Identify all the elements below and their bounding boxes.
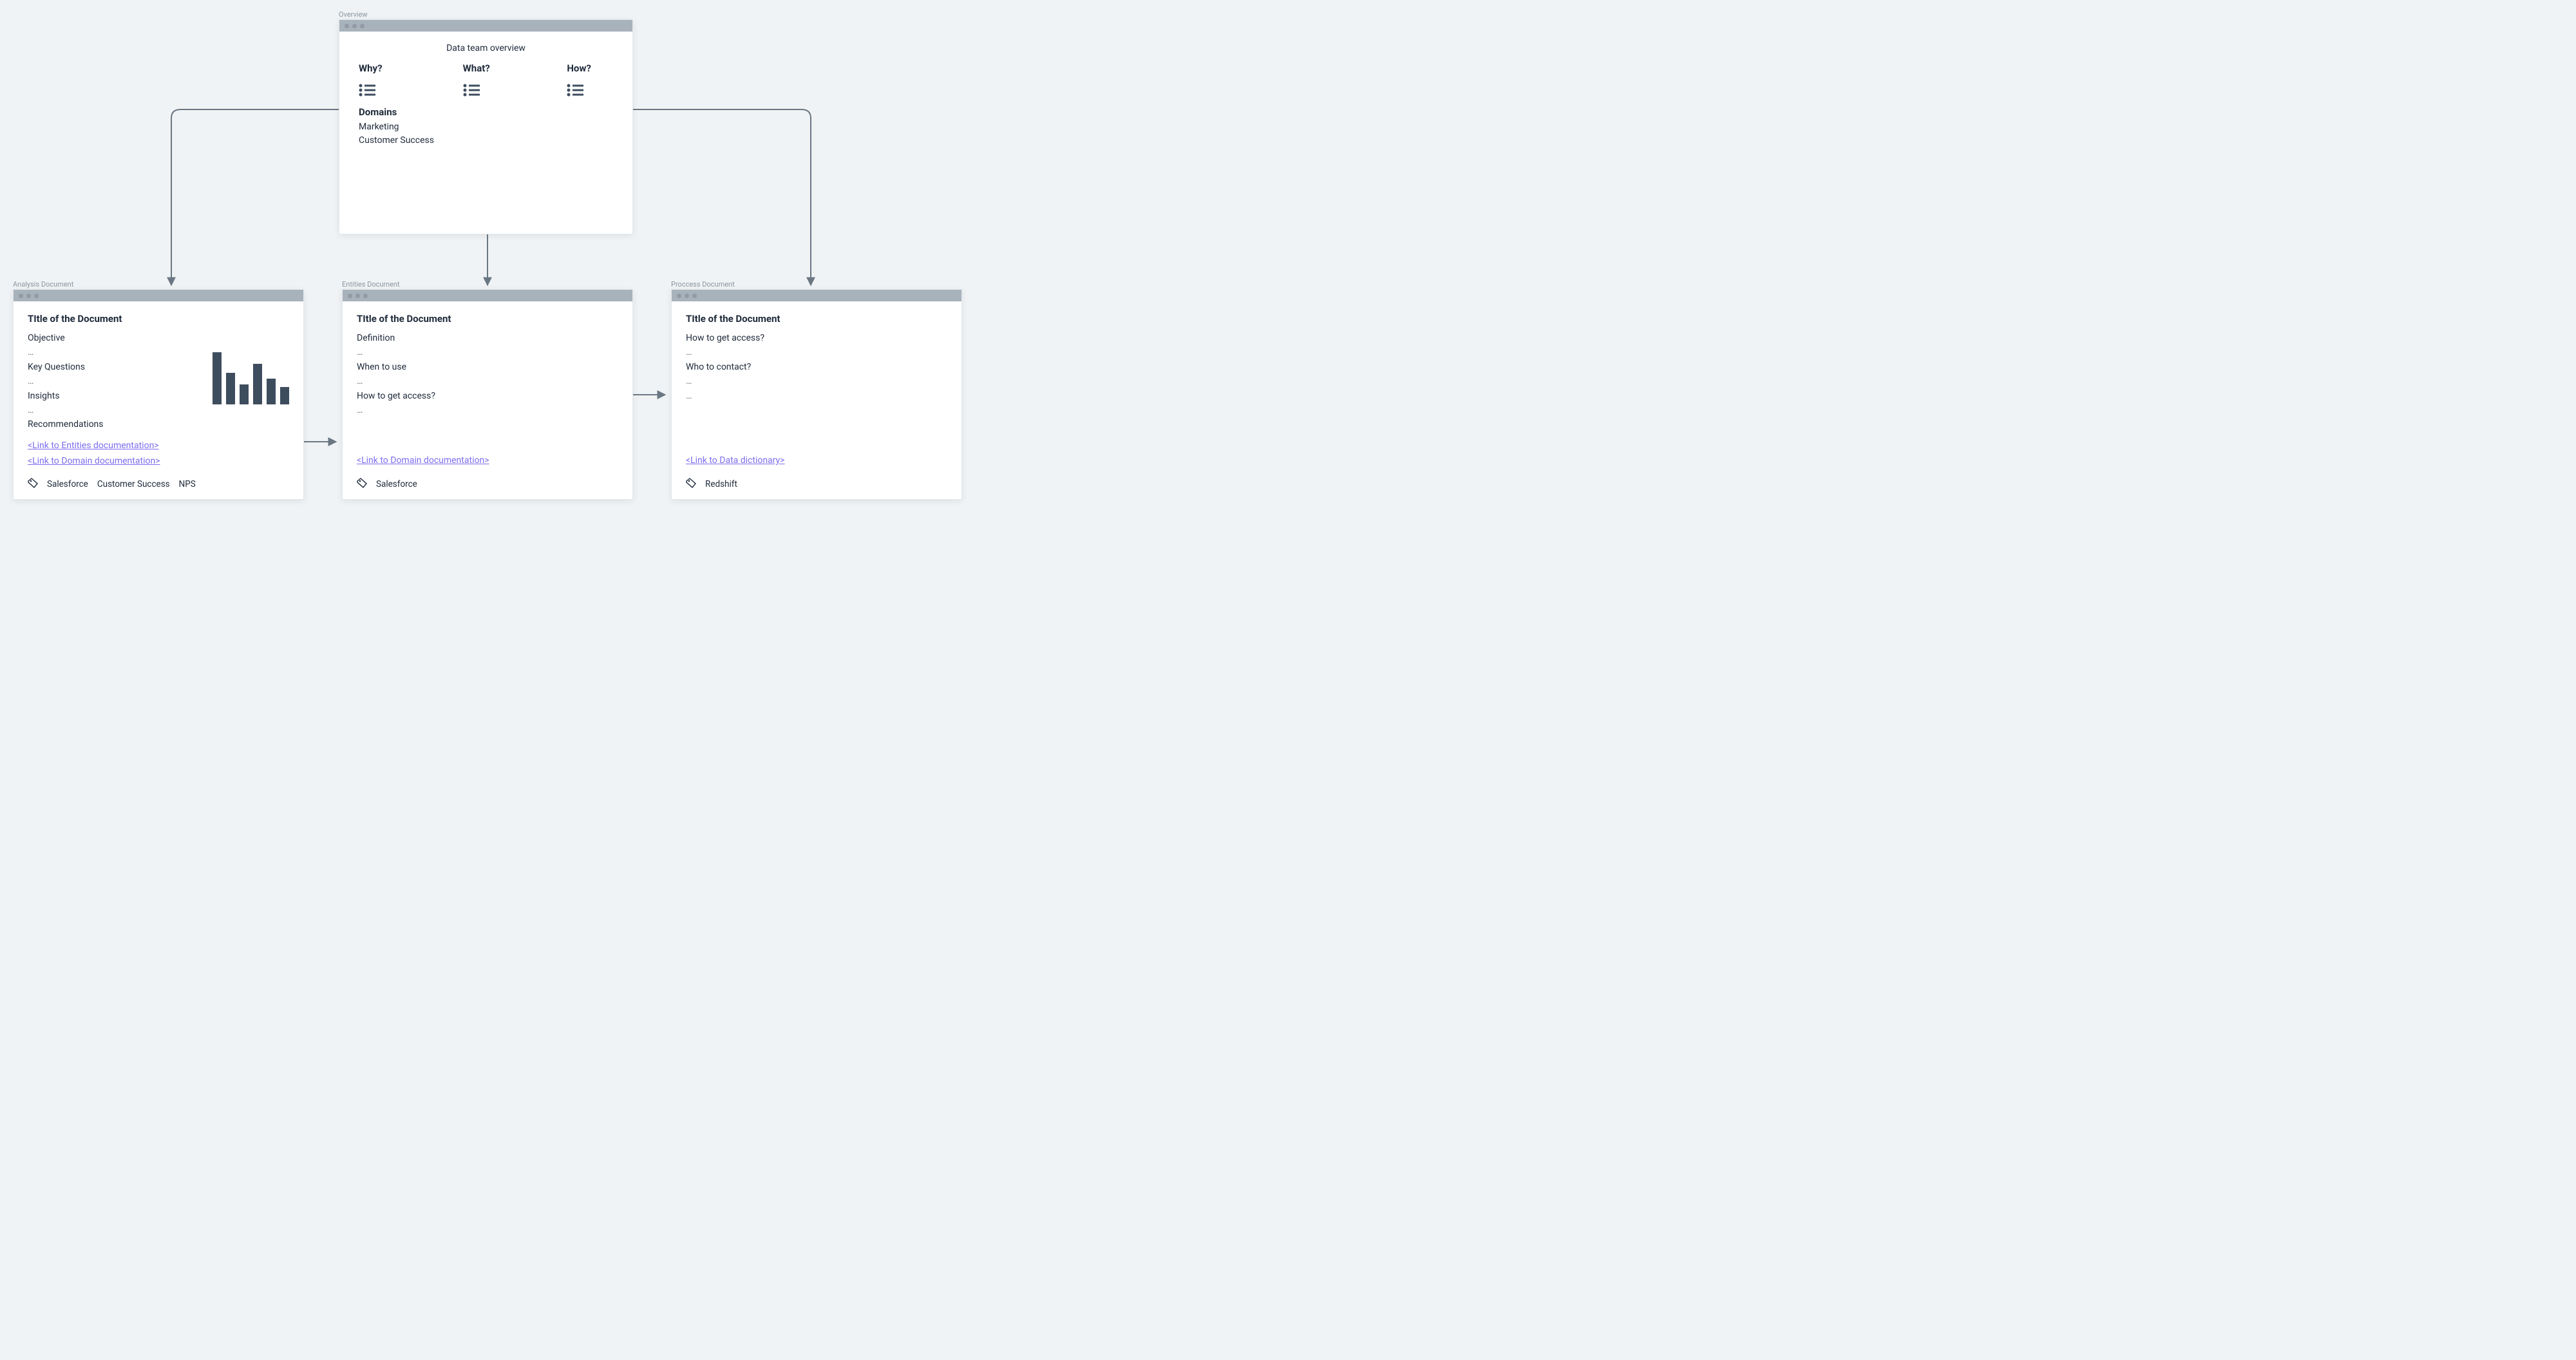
window-dot-icon [685,294,689,298]
tag-icon [686,478,696,491]
doc-line: Objective [28,331,289,345]
window-dot-icon [19,294,23,298]
domain-item: Marketing [359,120,613,134]
doc-line: … [28,403,289,417]
titlebar [672,290,961,301]
doc-title: TItle of the Document [686,313,947,325]
titlebar [343,290,632,301]
bar-chart-icon [213,346,289,404]
col-heading: Why? [359,62,405,74]
overview-label: Overview [339,10,368,19]
domain-doc-link[interactable]: <Link to Domain documentation> [357,453,618,469]
tag-icon [357,478,367,491]
doc-line: … [686,389,947,403]
window-dot-icon [363,294,368,298]
list-icon [567,83,585,97]
doc-line: How to get access? [686,331,947,345]
list-icon [463,83,481,97]
doc-title: TItle of the Document [357,313,618,325]
window-dot-icon [26,294,31,298]
tag: Salesforce [376,479,417,489]
tag-icon [28,478,38,491]
doc-line: … [357,403,618,417]
doc-line: When to use [357,360,618,374]
window-dot-icon [34,294,39,298]
doc-line: … [357,374,618,388]
doc-line: … [357,345,618,359]
domains-heading: Domains [359,106,613,118]
titlebar [14,290,303,301]
process-label: Proccess Document [671,280,735,288]
tag-row: Salesforce [357,478,618,491]
window-dot-icon [355,294,360,298]
domain-item: Customer Success [359,134,613,147]
overview-col-what: What? [463,62,509,97]
doc-line: Recommendations [28,417,289,431]
domain-doc-link[interactable]: <Link to Domain documentation> [28,454,289,469]
tag: Salesforce [47,479,88,489]
col-heading: What? [463,62,509,74]
overview-title: Data team overview [339,43,632,53]
window-dot-icon [360,24,365,28]
doc-line: Definition [357,331,618,345]
analysis-window: TItle of the Document Objective … Key Qu… [13,289,304,500]
tag-row: Redshift [686,478,947,491]
tag: NPS [179,479,196,489]
doc-line: Who to contact? [686,360,947,374]
doc-line: … [686,345,947,359]
doc-line: How to get access? [357,389,618,403]
data-dictionary-link[interactable]: <Link to Data dictionary> [686,453,947,469]
process-window: TItle of the Document How to get access?… [671,289,962,500]
tag: Redshift [705,479,737,489]
window-dot-icon [348,294,352,298]
window-dot-icon [352,24,357,28]
doc-line: … [686,374,947,388]
window-dot-icon [692,294,697,298]
window-dot-icon [345,24,349,28]
tag-row: Salesforce Customer Success NPS [28,478,289,491]
tag: Customer Success [97,479,170,489]
entities-window: TItle of the Document Definition … When … [342,289,633,500]
entities-doc-link[interactable]: <Link to Entities documentation> [28,439,289,454]
titlebar [339,20,632,32]
overview-window: Data team overview Why? What? How? Domai… [339,19,633,234]
list-icon [359,83,377,97]
col-heading: How? [567,62,613,74]
window-dot-icon [677,294,681,298]
overview-col-why: Why? [359,62,405,97]
analysis-label: Analysis Document [13,280,73,288]
doc-title: TItle of the Document [28,313,289,325]
entities-label: Entities Document [342,280,400,288]
overview-col-how: How? [567,62,613,97]
